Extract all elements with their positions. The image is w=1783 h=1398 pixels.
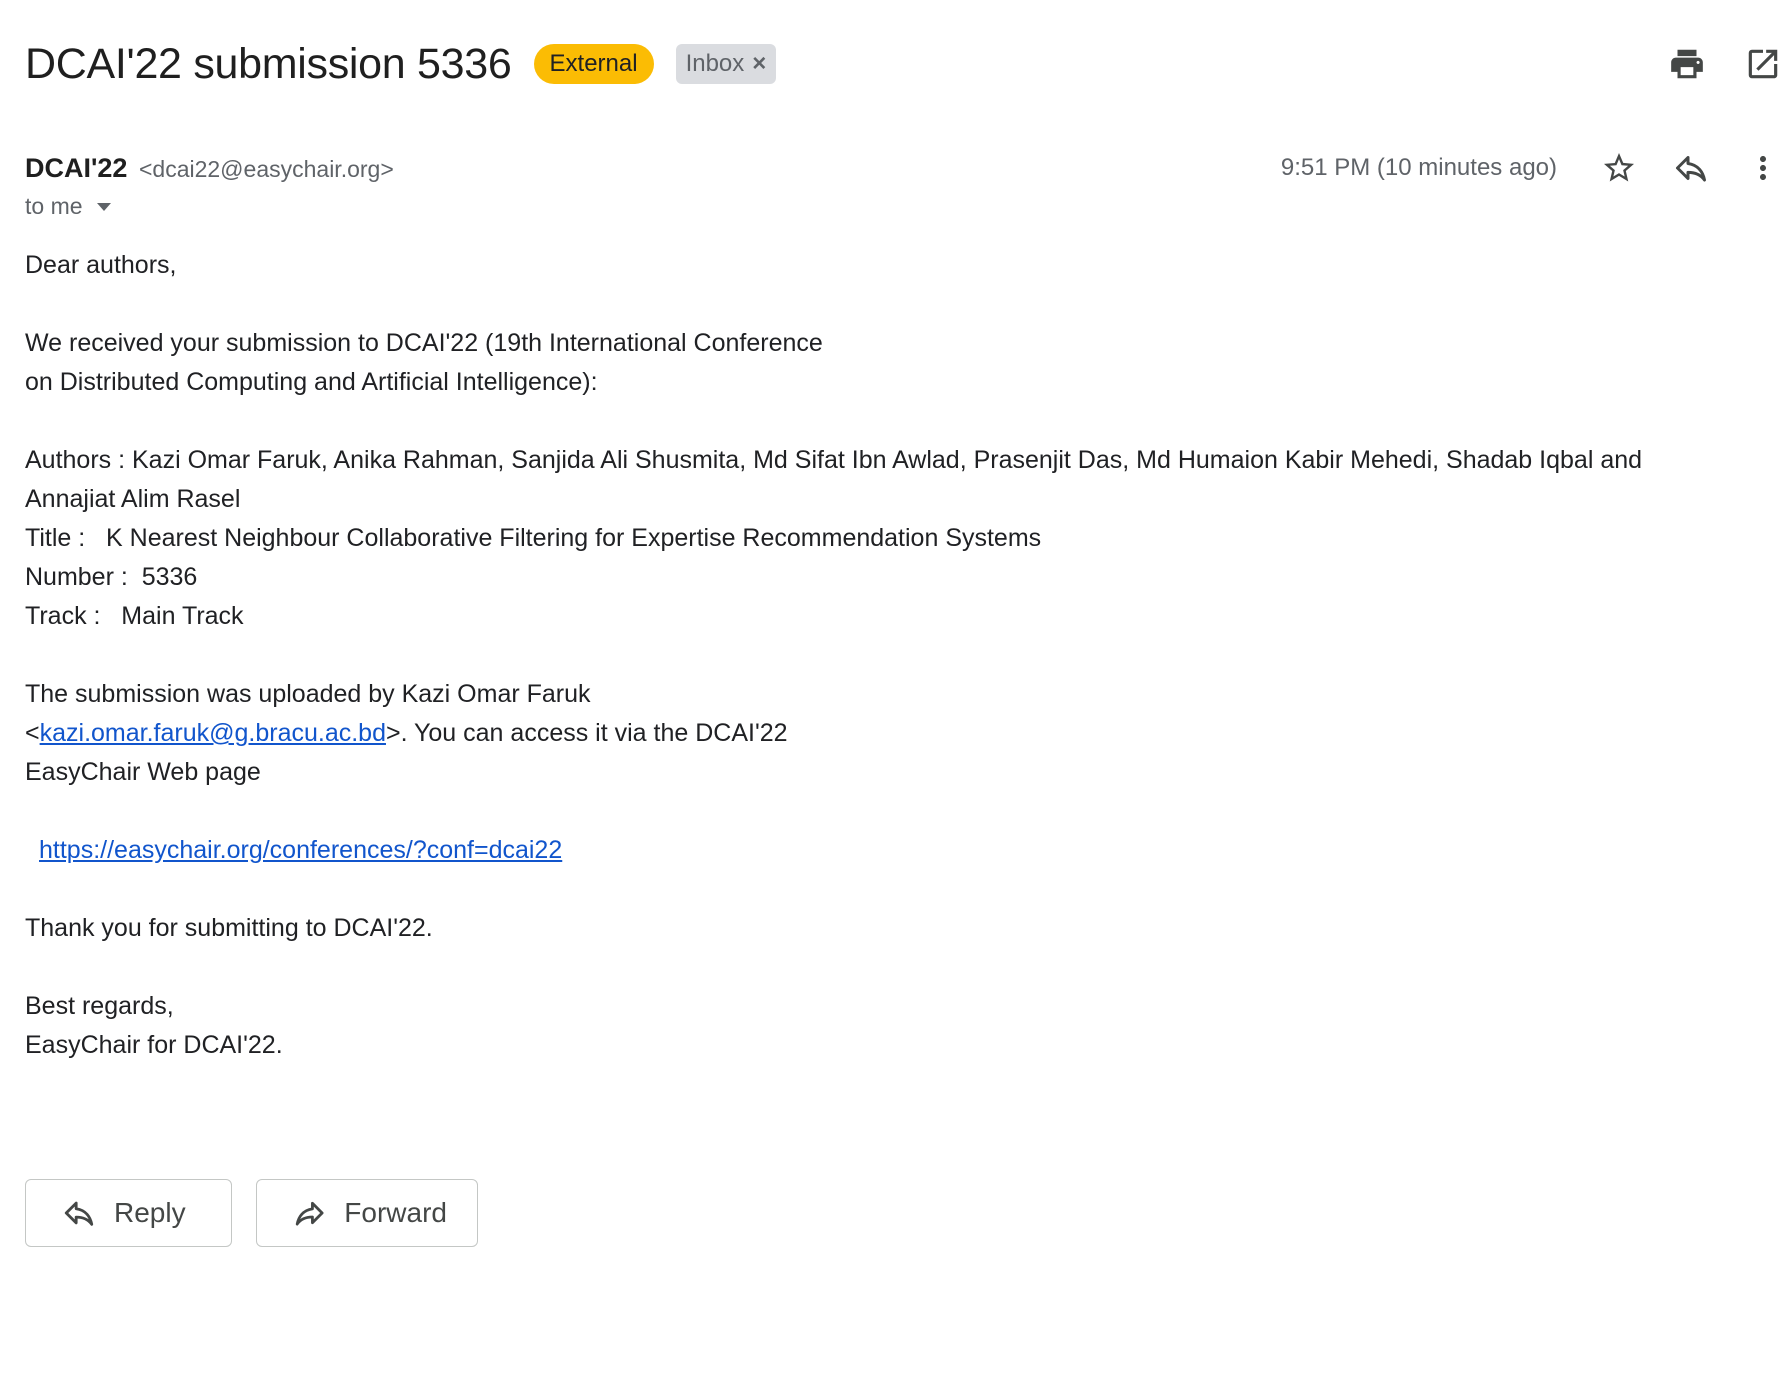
print-icon[interactable]	[1667, 44, 1707, 84]
recipient-details-toggle[interactable]: to me	[25, 193, 111, 220]
email-body: Dear authors, We received your submissio…	[25, 246, 1745, 1065]
upload-rest: >. You can access it via the DCAI'22	[385, 719, 788, 747]
forward-icon	[295, 1201, 324, 1226]
reply-icon	[64, 1201, 94, 1226]
reply-icon[interactable]	[1671, 148, 1711, 188]
reply-label: Reply	[114, 1197, 186, 1228]
reply-button[interactable]: Reply	[25, 1179, 232, 1247]
header-actions	[1667, 44, 1783, 84]
label-external[interactable]: External	[533, 44, 654, 84]
track-line: Track : Main Track	[25, 602, 244, 630]
chevron-down-icon	[96, 202, 111, 211]
recipient-label: to me	[25, 193, 83, 219]
greeting: Dear authors,	[25, 251, 177, 279]
upload-line: The submission was uploaded by Kazi Omar…	[25, 680, 591, 708]
label-inbox-text: Inbox	[685, 50, 745, 77]
forward-button[interactable]: Forward	[256, 1179, 478, 1247]
authors-line: Annajiat Alim Rasel	[25, 485, 241, 513]
thanks-line: Thank you for submitting to DCAI'22.	[25, 914, 433, 942]
subject-row: DCAI'22 submission 5336 External Inbox ×	[25, 38, 777, 90]
sender-email: <dcai22@easychair.org>	[138, 156, 394, 182]
message-actions: Reply Forward	[25, 1179, 478, 1247]
message-meta: 9:51 PM (10 minutes ago)	[1281, 148, 1783, 188]
timestamp: 9:51 PM (10 minutes ago)	[1280, 154, 1557, 181]
sender-name[interactable]: DCAI'22	[25, 153, 127, 183]
regards-line: Best regards,	[25, 992, 174, 1020]
uploader-email-link[interactable]: kazi.omar.faruk@g.bracu.ac.bd	[40, 719, 386, 747]
intro-line: on Distributed Computing and Artificial …	[25, 368, 598, 396]
conference-link-line: https://easychair.org/conferences/?conf=…	[25, 831, 1745, 870]
star-icon[interactable]	[1599, 148, 1639, 188]
forward-label: Forward	[344, 1197, 447, 1228]
email-subject: DCAI'22 submission 5336	[25, 40, 512, 88]
remove-label-icon[interactable]: ×	[752, 50, 766, 78]
title-line: Title : K Nearest Neighbour Collaborativ…	[25, 524, 1042, 552]
upload-line: EasyChair Web page	[25, 758, 261, 786]
authors-line: Authors : Kazi Omar Faruk, Anika Rahman,…	[25, 446, 1643, 474]
more-vert-icon[interactable]	[1743, 148, 1783, 188]
intro-line: We received your submission to DCAI'22 (…	[25, 329, 823, 357]
upload-email-line: <kazi.omar.faruk@g.bracu.ac.bd>. You can…	[25, 714, 1745, 753]
number-line: Number : 5336	[25, 563, 198, 591]
signature-line: EasyChair for DCAI'22.	[25, 1031, 283, 1059]
open-in-new-window-icon[interactable]	[1743, 44, 1783, 84]
conference-link[interactable]: https://easychair.org/conferences/?conf=…	[39, 836, 562, 864]
upload-lt: <	[25, 719, 40, 747]
label-inbox[interactable]: Inbox ×	[675, 44, 777, 84]
sender-row: DCAI'22 <dcai22@easychair.org>	[25, 150, 394, 187]
